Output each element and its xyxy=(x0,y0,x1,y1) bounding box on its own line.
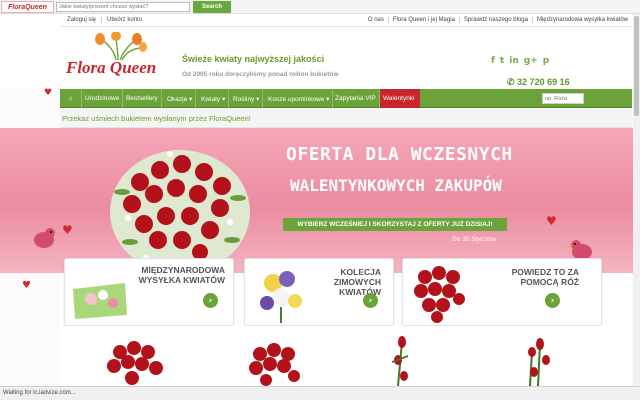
google-plus-icon[interactable]: g+ xyxy=(524,56,538,66)
arrow-right-icon[interactable]: › xyxy=(203,293,218,308)
hero-ribbon: WYBIERZ WCZEŚNIEJ I SKORZYSTAJ Z OFERTY … xyxy=(283,218,507,231)
extension-search-input[interactable] xyxy=(56,2,190,12)
hero-title: OFERTA DLA WCZESNYCH xyxy=(286,144,513,165)
facebook-icon[interactable]: f xyxy=(491,56,495,66)
extension-search-button[interactable]: Search xyxy=(193,1,231,13)
login-link[interactable]: Zaloguj się xyxy=(62,17,103,23)
roses-image xyxy=(414,266,465,323)
tile-international[interactable]: MIĘDZYNARODOWA WYSYŁKA KWIATÓW › xyxy=(64,258,234,326)
nav-search-input[interactable] xyxy=(542,93,584,104)
phone-text: 32 720 69 16 xyxy=(517,77,570,87)
nav-item-vip[interactable]: Zapytania VIP xyxy=(332,89,380,108)
product-image[interactable] xyxy=(210,332,340,386)
product-image[interactable] xyxy=(70,332,200,386)
hero-banner[interactable]: OFERTA DLA WCZESNYCH WALENTYNKOWYCH ZAKU… xyxy=(0,128,640,273)
product-image[interactable] xyxy=(350,332,480,386)
scrollbar-thumb[interactable] xyxy=(634,16,639,116)
nav-item-occasions[interactable]: Okazje ▾ xyxy=(164,89,197,108)
nav-item-plants[interactable]: Rośliny ▾ xyxy=(230,89,264,108)
extension-logo-text: FloraQueen xyxy=(8,3,47,11)
product-image[interactable] xyxy=(480,332,610,386)
account-links: Zaloguj się Utwórz konto xyxy=(62,17,147,23)
products-row xyxy=(60,326,632,386)
phone-icon: ✆ xyxy=(507,77,518,87)
tile-roses[interactable]: POWIEDZ TO ZA POMOCĄ RÓŻ › xyxy=(402,258,602,326)
blog-link[interactable]: Sprawdź naszego bloga xyxy=(458,17,532,23)
subtagline: Od 2005 roku doręczyliśmy ponad milion b… xyxy=(182,71,339,78)
tile-winter[interactable]: KOLECJA ZIMOWYCH KWIATÓW › xyxy=(244,258,394,326)
nav-item-valentines[interactable]: Walentynki xyxy=(380,89,420,108)
nav-item-bestsellers[interactable]: Bestsellery xyxy=(123,89,162,108)
extension-bar: FloraQueen Search xyxy=(0,0,640,14)
heart-icon: ♥ xyxy=(44,88,53,98)
heart-icon: ♥ xyxy=(62,223,73,237)
heart-icon: ♥ xyxy=(546,214,557,228)
heart-icon: ♥ xyxy=(22,280,31,291)
home-icon[interactable]: ⌂ xyxy=(60,89,82,108)
pinterest-icon[interactable]: p xyxy=(543,56,549,66)
magic-link[interactable]: Flora Queen i jej Magia xyxy=(387,17,459,23)
social-links: f t in g+ p xyxy=(491,56,549,66)
promo-text: Przekaz uśmiech bukietem wysłanym przez … xyxy=(62,114,251,123)
hero-subtitle: WALENTYNKOWYCH ZAKUPÓW xyxy=(290,176,502,195)
linkedin-icon[interactable]: in xyxy=(509,56,519,66)
status-text: Waiting for lc.iadvize.com... xyxy=(3,390,76,396)
logo-text: Flora Queen xyxy=(66,58,157,77)
hero-date: Do 30 Stycznia xyxy=(452,236,496,243)
create-account-link[interactable]: Utwórz konto xyxy=(102,17,147,23)
twitter-icon[interactable]: t xyxy=(500,56,504,66)
divider xyxy=(60,26,632,27)
nav-item-flowers[interactable]: Kwiaty ▾ xyxy=(198,89,230,108)
info-links: O nas Flora Queen i jej Magia Sprawdź na… xyxy=(364,17,632,23)
tile-label: POWIEDZ TO ZA POMOCĄ RÓŻ xyxy=(511,267,579,288)
arrow-right-icon[interactable]: › xyxy=(363,293,378,308)
site-header: Zaloguj się Utwórz konto O nas Flora Que… xyxy=(0,14,640,88)
nav-item-birthday[interactable]: Urodzinowe xyxy=(82,89,124,108)
promo-bar: Przekaz uśmiech bukietem wysłanym przez … xyxy=(60,108,632,128)
feature-tiles: MIĘDZYNARODOWA WYSYŁKA KWIATÓW › KOLECJA… xyxy=(64,258,604,326)
tagline: Świeże kwiaty najwyższej jakości xyxy=(182,54,325,64)
arrow-right-icon[interactable]: › xyxy=(545,293,560,308)
extension-logo[interactable]: FloraQueen xyxy=(1,1,54,13)
about-link[interactable]: O nas xyxy=(364,17,388,23)
tile-label: MIĘDZYNARODOWA WYSYŁKA KWIATÓW xyxy=(138,265,225,286)
main-nav: ⌂ Urodzinowe Bestsellery Okazje ▾ Kwiaty… xyxy=(60,89,632,108)
site-logo[interactable]: Flora Queen xyxy=(66,32,172,80)
rose-bouquet-image xyxy=(110,150,250,272)
phone-number[interactable]: ✆ 32 720 69 16 xyxy=(507,77,570,88)
scrollbar[interactable] xyxy=(633,14,640,386)
status-bar: Waiting for lc.iadvize.com... xyxy=(0,386,640,400)
nav-item-gift-baskets[interactable]: Kosze upominkowe ▾ xyxy=(265,89,334,108)
international-link[interactable]: Międzynarodowa wysyłka kwiatów xyxy=(531,17,632,23)
bird-left-icon xyxy=(34,228,59,248)
